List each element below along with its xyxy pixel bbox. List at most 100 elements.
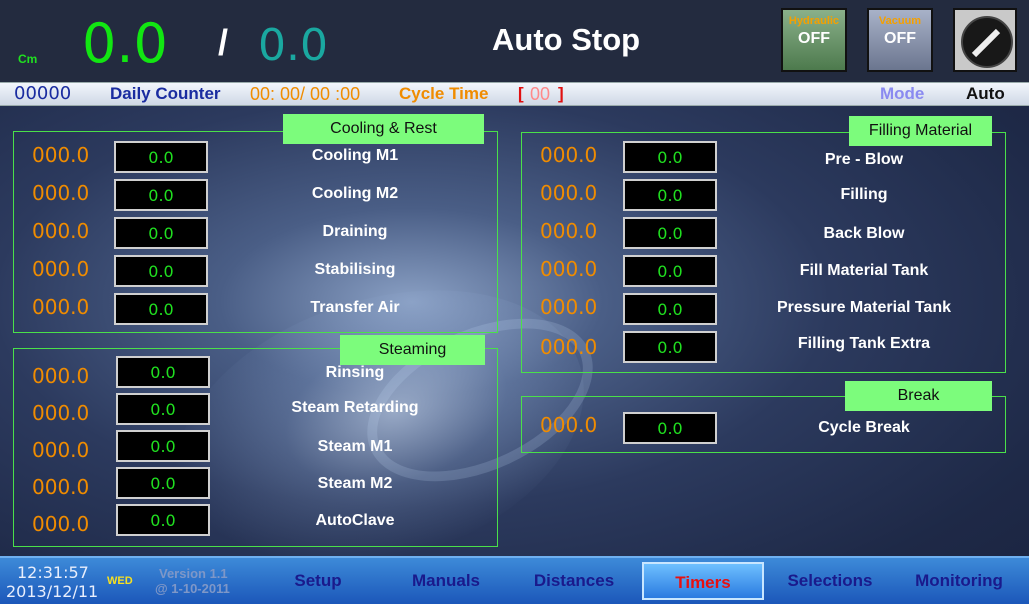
timer-value-field[interactable]: 0.0 xyxy=(114,217,208,249)
preset-value: 000.0 xyxy=(540,181,598,205)
tab-distances[interactable]: Distances xyxy=(518,562,630,600)
tab-timers[interactable]: Timers xyxy=(642,562,764,600)
preset-value: 000.0 xyxy=(32,401,90,425)
timer-value-field[interactable]: 0.0 xyxy=(623,217,717,249)
hydraulic-toggle[interactable]: Hydraulic OFF xyxy=(781,8,847,72)
timer-value-field[interactable]: 0.0 xyxy=(114,141,208,173)
timer-value-field[interactable]: 0.0 xyxy=(623,412,717,444)
timer-label: Back Blow xyxy=(823,225,905,242)
cycle-time-label: Cycle Time xyxy=(399,84,489,103)
bracket-close: ] xyxy=(558,84,564,103)
timer-label: Transfer Air xyxy=(310,299,400,316)
timer-row: 000.0 0.0 Steam M1 xyxy=(32,430,492,462)
tab-setup[interactable]: Setup xyxy=(262,562,374,600)
footer-nav: 12:31:57 2013/12/11 WED Version 1.1 @ 1-… xyxy=(0,556,1029,604)
timer-row: 000.0 0.0 Rinsing xyxy=(32,356,492,388)
version-info: Version 1.1 @ 1-10-2011 xyxy=(155,566,230,596)
preset-value: 000.0 xyxy=(32,181,90,205)
tab-monitoring[interactable]: Monitoring xyxy=(900,562,1018,600)
daily-counter-value: 00000 xyxy=(14,83,72,104)
clock-time: 12:31:57 xyxy=(17,563,89,582)
mode-value: Auto xyxy=(966,84,1005,103)
timer-row: 000.0 0.0 Steam M2 xyxy=(32,467,492,499)
version-date: @ 1-10-2011 xyxy=(155,581,230,596)
timer-row: 000.0 0.0 Pre - Blow xyxy=(540,141,1000,173)
vacuum-toggle[interactable]: Vacuum OFF xyxy=(867,8,933,72)
tab-selections[interactable]: Selections xyxy=(774,562,886,600)
timer-row: 000.0 0.0 Filling xyxy=(540,179,1000,211)
timer-row: 000.0 0.0 Stabilising xyxy=(32,255,492,287)
preset-value: 000.0 xyxy=(540,257,598,281)
timer-label: Cooling M2 xyxy=(311,185,399,202)
timer-row: 000.0 0.0 Filling Tank Extra xyxy=(540,331,1000,363)
timer-row: 000.0 0.0 Transfer Air xyxy=(32,293,492,325)
timer-label: Pressure Material Tank xyxy=(776,299,951,316)
timer-row: 000.0 0.0 Fill Material Tank xyxy=(540,255,1000,287)
timer-row: 000.0 0.0 Cycle Break xyxy=(540,412,1000,444)
vacuum-label: Vacuum xyxy=(878,15,922,27)
timer-value-field[interactable]: 0.0 xyxy=(623,255,717,287)
hydraulic-label: Hydraulic xyxy=(788,15,840,27)
timer-value-field[interactable]: 0.0 xyxy=(116,393,210,425)
clock: 12:31:57 2013/12/11 xyxy=(6,563,98,601)
preset-value: 000.0 xyxy=(540,143,598,167)
machine-status: Auto Stop xyxy=(492,22,641,57)
bracket-open: [ xyxy=(518,84,524,103)
target-value: 0.0 xyxy=(258,20,328,71)
mode-label: Mode xyxy=(880,84,925,103)
preset-value: 000.0 xyxy=(32,475,90,499)
knob-pointer xyxy=(971,28,1001,58)
timer-row: 000.0 0.0 AutoClave xyxy=(32,504,492,536)
timer-label: Cooling M1 xyxy=(311,147,399,164)
timer-value-field[interactable]: 0.0 xyxy=(114,255,208,287)
timer-value-field[interactable]: 0.0 xyxy=(116,467,210,499)
position-value: 0.0 xyxy=(82,12,168,75)
preset-value: 000.0 xyxy=(540,219,598,243)
rotary-switch-icon[interactable] xyxy=(953,8,1017,72)
preset-value: 000.0 xyxy=(540,295,598,319)
bracket-value: 00 xyxy=(530,84,551,104)
timer-value-field[interactable]: 0.0 xyxy=(116,430,210,462)
tab-manuals[interactable]: Manuals xyxy=(390,562,502,600)
timer-value-field[interactable]: 0.0 xyxy=(116,504,210,536)
preset-value: 000.0 xyxy=(32,295,90,319)
timer-value-field[interactable]: 0.0 xyxy=(623,141,717,173)
timer-label: Fill Material Tank xyxy=(799,262,929,279)
clock-date: 2013/12/11 xyxy=(6,582,99,601)
preset-value: 000.0 xyxy=(32,364,90,388)
header: Cm 0.0 / 0.0 Auto Stop Hydraulic OFF Vac… xyxy=(0,0,1029,82)
timer-row: 000.0 0.0 Steam Retarding xyxy=(32,393,492,425)
preset-value: 000.0 xyxy=(540,335,598,359)
timer-row: 000.0 0.0 Cooling M2 xyxy=(32,179,492,211)
timer-label: AutoClave xyxy=(315,512,395,529)
daily-counter-label: Daily Counter xyxy=(110,84,221,103)
preset-value: 000.0 xyxy=(32,257,90,281)
info-bar: 00000 Daily Counter 00: 00/ 00 :00 Cycle… xyxy=(0,82,1029,106)
hmi-screen: Cm 0.0 / 0.0 Auto Stop Hydraulic OFF Vac… xyxy=(0,0,1029,604)
timer-row: 000.0 0.0 Back Blow xyxy=(540,217,1000,249)
cooling-rest-title: Cooling & Rest xyxy=(283,114,484,144)
timer-label: Steam M2 xyxy=(317,475,393,492)
unit-label: Cm xyxy=(18,52,38,66)
timer-value-field[interactable]: 0.0 xyxy=(623,293,717,325)
weekday: WED xyxy=(107,575,133,587)
cycle-time-value: 00: 00/ 00 :00 xyxy=(250,84,361,104)
timer-value-field[interactable]: 0.0 xyxy=(623,331,717,363)
timer-value-field[interactable]: 0.0 xyxy=(116,356,210,388)
timer-label: Steam M1 xyxy=(317,438,393,455)
timer-value-field[interactable]: 0.0 xyxy=(114,293,208,325)
hydraulic-state: OFF xyxy=(798,30,830,47)
value-separator: / xyxy=(218,22,229,63)
timer-value-field[interactable]: 0.0 xyxy=(623,179,717,211)
timer-label: Draining xyxy=(322,223,388,240)
preset-value: 000.0 xyxy=(32,143,90,167)
timer-label: Filling Tank Extra xyxy=(797,335,931,352)
preset-value: 000.0 xyxy=(32,512,90,536)
preset-value: 000.0 xyxy=(32,219,90,243)
vacuum-state: OFF xyxy=(884,30,916,47)
timer-label: Steam Retarding xyxy=(291,399,419,416)
timer-label: Pre - Blow xyxy=(824,151,904,168)
version-label: Version 1.1 xyxy=(159,566,228,581)
timer-label: Filling xyxy=(840,186,888,203)
timer-value-field[interactable]: 0.0 xyxy=(114,179,208,211)
